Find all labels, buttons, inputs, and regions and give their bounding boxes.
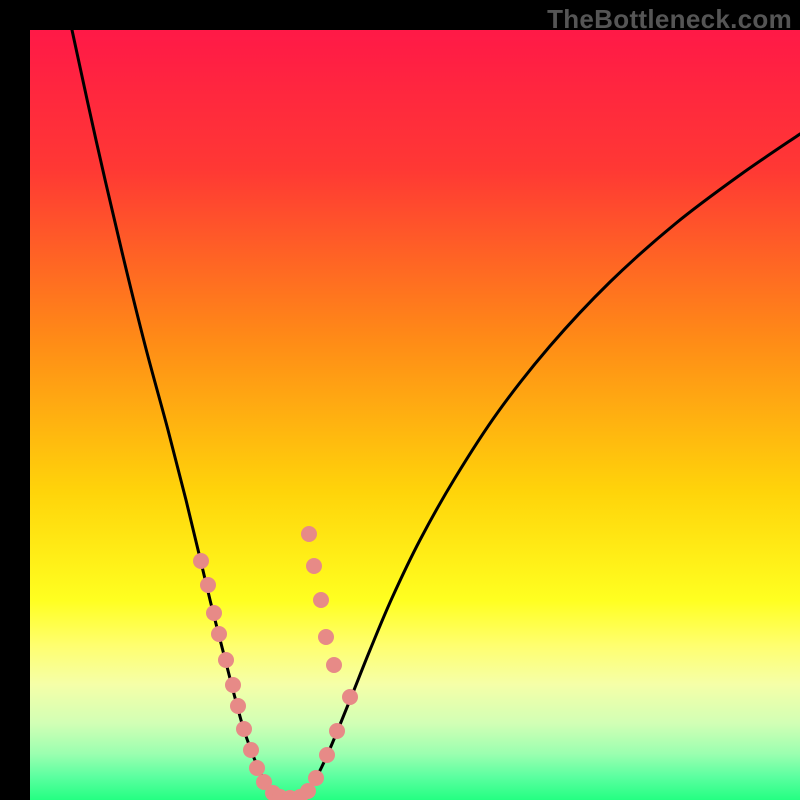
data-point	[313, 592, 329, 608]
chart-svg	[30, 30, 800, 800]
data-point	[211, 626, 227, 642]
data-point	[218, 652, 234, 668]
data-point	[301, 526, 317, 542]
data-point	[200, 577, 216, 593]
data-point	[308, 770, 324, 786]
gradient-rect	[30, 30, 800, 800]
data-point	[225, 677, 241, 693]
data-point	[206, 605, 222, 621]
data-point	[243, 742, 259, 758]
data-point	[319, 747, 335, 763]
data-point	[329, 723, 345, 739]
chart-frame: TheBottleneck.com	[0, 0, 800, 800]
data-point	[306, 558, 322, 574]
watermark-text: TheBottleneck.com	[547, 4, 792, 35]
data-point	[236, 721, 252, 737]
data-point	[249, 760, 265, 776]
data-point	[318, 629, 334, 645]
data-point	[326, 657, 342, 673]
data-point	[230, 698, 246, 714]
plot-area	[30, 30, 800, 800]
data-point	[342, 689, 358, 705]
data-point	[193, 553, 209, 569]
